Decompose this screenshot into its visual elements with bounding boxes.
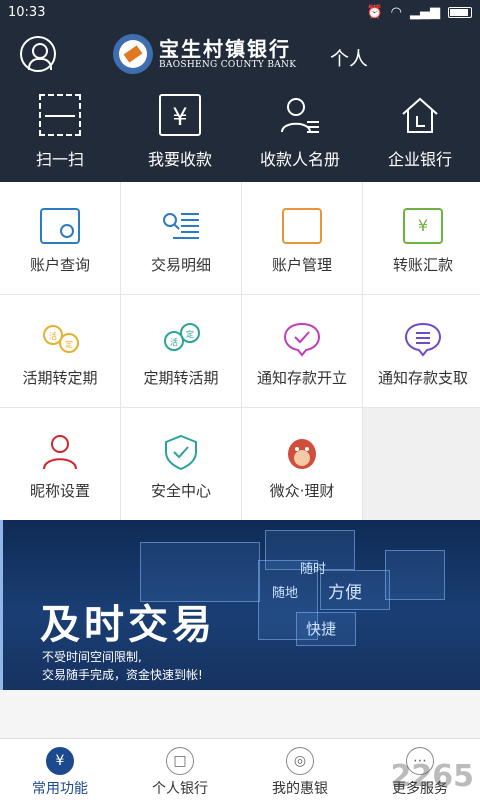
svg-text:活: 活 [170, 337, 178, 347]
status-time: 10:33 [8, 4, 46, 20]
bottom-nav: ¥ 常用功能 □ 个人银行 ◎ 我的惠银 ⋯ 更多服务 2265 [0, 738, 480, 800]
grid-item-demand-to-fixed[interactable]: 活定 活期转定期 [0, 295, 120, 407]
grid-item-wealth[interactable]: 微众·理财 [242, 408, 362, 520]
header: 10:33 ⏰ ◠ ▂▄▆ 宝生村镇银行 BAOSHENG COUNTY BAN… [0, 0, 480, 182]
status-icons: ⏰ ◠ ▂▄▆ [366, 5, 472, 20]
account-query-icon [40, 208, 80, 244]
security-shield-icon [161, 434, 201, 471]
alarm-icon: ⏰ [366, 4, 383, 20]
bank-logo: 宝生村镇银行 BAOSHENG COUNTY BANK [113, 34, 296, 74]
grid-item-security[interactable]: 安全中心 [121, 408, 241, 520]
grid-label: 通知存款开立 [256, 369, 347, 387]
demand-to-fixed-icon: 活定 [40, 321, 80, 357]
grid-empty-cell [363, 408, 480, 520]
bank-name-en: BAOSHENG COUNTY BANK [159, 60, 297, 70]
enterprise-bank-icon [399, 94, 441, 136]
banner-accent-bar [0, 520, 3, 690]
banner-tag: 方便 [328, 583, 362, 603]
grid-label: 活期转定期 [22, 369, 98, 387]
grid-label: 微众·理财 [269, 482, 335, 500]
transaction-detail-icon [161, 208, 201, 244]
quick-label: 扫一扫 [35, 150, 84, 169]
quick-label: 我要收款 [147, 150, 212, 169]
grid-label: 通知存款支取 [377, 369, 468, 387]
notice-deposit-open-icon [282, 321, 322, 357]
banner-title: 及时交易 [40, 601, 216, 648]
nav-label: 个人银行 [152, 781, 208, 797]
quick-actions: 扫一扫 ¥ 我要收款 收款人名册 企业银行 [0, 86, 480, 182]
grid-label: 交易明细 [150, 256, 211, 274]
quick-scan[interactable]: 扫一扫 [0, 86, 120, 182]
banner-tag: 随地 [272, 586, 299, 601]
content-spacer [0, 690, 480, 738]
quick-payee-list[interactable]: 收款人名册 [240, 86, 360, 182]
banner-line-2: 交易随手完成，资金快速到帐! [42, 668, 203, 682]
quick-enterprise[interactable]: 企业银行 [360, 86, 480, 182]
user-avatar-icon[interactable] [20, 36, 56, 72]
benefits-icon: ◎ [286, 747, 314, 775]
promo-banner[interactable]: 随时 随地 方便 快捷 及时交易 不受时间空间限制, 交易随手完成，资金快速到帐… [0, 520, 480, 690]
svg-text:定: 定 [186, 329, 194, 339]
watermark: 2265 [390, 759, 475, 794]
receive-money-icon: ¥ [159, 94, 201, 136]
banner-tag: 快捷 [306, 620, 337, 638]
banner-subtitle: 不受时间空间限制, 交易随手完成，资金快速到帐! [42, 648, 203, 684]
scan-icon [39, 94, 81, 136]
function-grid: 账户查询 交易明细 账户管理 ¥ 转账汇款 活定 活期转定期 活定 定期转活期 … [0, 182, 480, 520]
battery-icon [448, 6, 472, 18]
title-bar: 宝生村镇银行 BAOSHENG COUNTY BANK 个人 [0, 24, 480, 86]
grid-label: 账户管理 [271, 256, 332, 274]
nav-my-benefits[interactable]: ◎ 我的惠银 [240, 739, 360, 800]
bank-logo-text: 宝生村镇银行 BAOSHENG COUNTY BANK [159, 38, 296, 70]
signal-icon: ▂▄▆ [410, 4, 440, 20]
nav-label: 我的惠银 [272, 781, 328, 797]
yuan-icon: ¥ [46, 747, 74, 775]
quick-label: 企业银行 [387, 150, 452, 169]
grid-item-transaction-detail[interactable]: 交易明细 [121, 182, 241, 294]
nav-label: 常用功能 [32, 781, 88, 797]
mode-label[interactable]: 个人 [330, 44, 368, 71]
fixed-to-demand-icon: 活定 [161, 321, 201, 357]
nav-common-functions[interactable]: ¥ 常用功能 [0, 739, 120, 800]
account-manage-icon [282, 208, 322, 244]
monitor-icon: □ [166, 747, 194, 775]
grid-label: 昵称设置 [29, 482, 90, 500]
wealth-mascot-icon [282, 434, 322, 470]
nav-personal-bank[interactable]: □ 个人银行 [120, 739, 240, 800]
status-bar: 10:33 ⏰ ◠ ▂▄▆ [0, 0, 480, 24]
banner-line-1: 不受时间空间限制, [42, 650, 142, 664]
notice-deposit-withdraw-icon [403, 321, 443, 357]
grid-label: 账户查询 [29, 256, 90, 274]
grid-item-nickname[interactable]: 昵称设置 [0, 408, 120, 520]
grid-label: 安全中心 [150, 482, 211, 500]
transfer-icon: ¥ [403, 208, 443, 244]
grid-item-account-manage[interactable]: 账户管理 [242, 182, 362, 294]
quick-label: 收款人名册 [259, 150, 340, 169]
quick-receive[interactable]: ¥ 我要收款 [120, 86, 240, 182]
svg-text:活: 活 [49, 331, 57, 341]
grid-item-account-query[interactable]: 账户查询 [0, 182, 120, 294]
bank-logo-icon [113, 34, 153, 74]
grid-item-notice-open[interactable]: 通知存款开立 [242, 295, 362, 407]
grid-label: 转账汇款 [392, 256, 453, 274]
grid-item-fixed-to-demand[interactable]: 活定 定期转活期 [121, 295, 241, 407]
grid-item-notice-withdraw[interactable]: 通知存款支取 [363, 295, 480, 407]
grid-label: 定期转活期 [143, 369, 219, 387]
payee-list-icon [279, 94, 321, 136]
banner-tag: 随时 [300, 562, 327, 577]
banner-glow-panel [385, 550, 445, 600]
wifi-icon: ◠ [390, 4, 402, 20]
nickname-icon [40, 434, 80, 470]
bank-name-cn: 宝生村镇银行 [159, 37, 291, 61]
svg-text:定: 定 [65, 339, 73, 349]
grid-item-transfer[interactable]: ¥ 转账汇款 [363, 182, 480, 294]
